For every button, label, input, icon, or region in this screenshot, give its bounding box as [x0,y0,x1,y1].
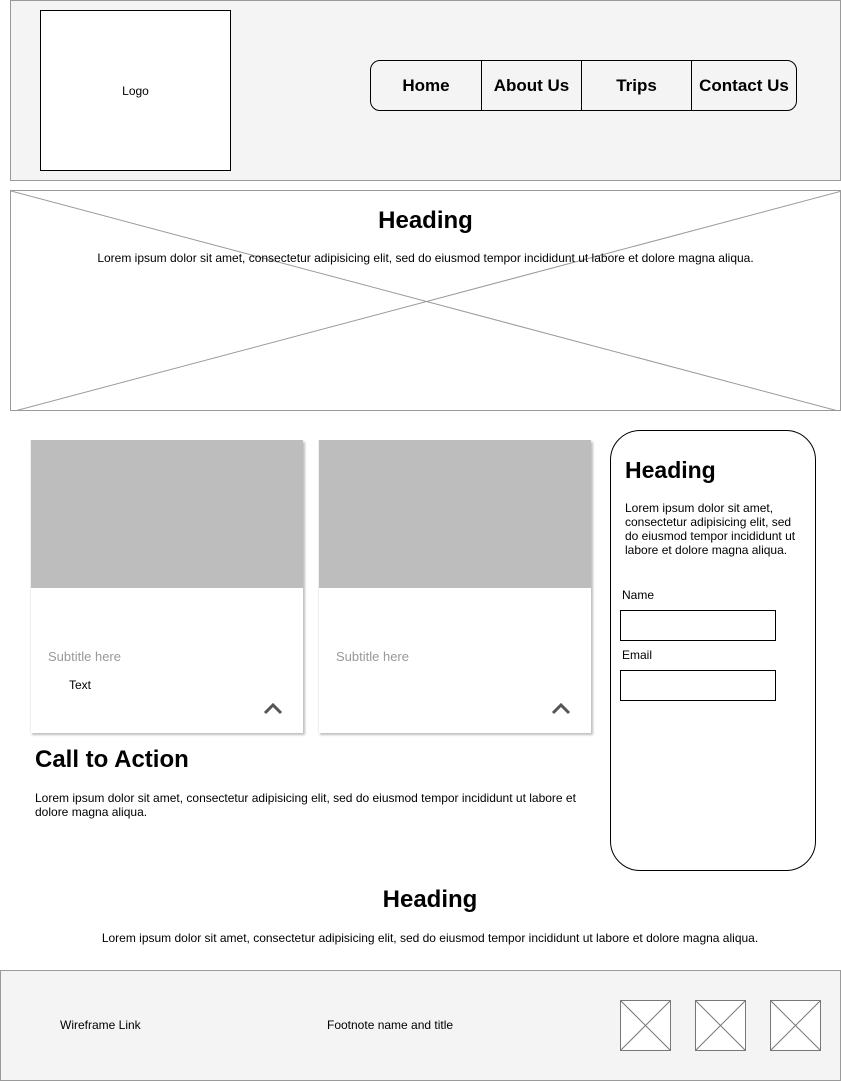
name-field[interactable] [620,610,776,641]
chevron-up-icon[interactable] [263,700,283,716]
cta-title: Call to Action [35,746,189,773]
hero-banner: Heading Lorem ipsum dolor sit amet, cons… [10,190,841,411]
card-subtitle: Subtitle here [336,649,409,664]
sidebar-text: Lorem ipsum dolor sit amet, consectetur … [625,501,796,557]
image-placeholder-icon[interactable] [620,1000,671,1051]
nav-about-us[interactable]: About Us [481,61,581,110]
section-text: Lorem ipsum dolor sit amet, consectetur … [101,931,759,945]
image-placeholder-icon[interactable] [770,1000,821,1051]
card-text: Text [69,678,92,692]
image-placeholder-icon[interactable] [695,1000,746,1051]
section-heading: Heading [382,886,478,913]
nav-contact-us[interactable]: Contact Us [691,61,796,110]
card-image-placeholder [31,440,303,588]
card-subtitle: Subtitle here [48,649,121,664]
nav-trips[interactable]: Trips [581,61,691,110]
nav-home[interactable]: Home [371,61,481,110]
email-field[interactable] [620,670,776,701]
logo-label: Logo [122,83,149,98]
email-label: Email [622,648,653,662]
chevron-up-icon[interactable] [551,700,571,716]
card[interactable]: Subtitle here [318,440,591,733]
card-image-placeholder [319,440,591,588]
name-label: Name [622,588,655,602]
main-nav: Home About Us Trips Contact Us [370,60,797,111]
card[interactable]: Subtitle here Text [30,440,303,733]
hero-heading: Heading [378,207,473,234]
footnote: Footnote name and title [327,1018,454,1032]
sidebar-heading: Heading [625,457,716,483]
logo[interactable]: Logo [40,10,231,171]
cta-text: Lorem ipsum dolor sit amet, consectetur … [35,791,576,819]
wireframe-link[interactable]: Wireframe Link [60,1018,141,1032]
hero-text: Lorem ipsum dolor sit amet, consectetur … [97,251,754,265]
